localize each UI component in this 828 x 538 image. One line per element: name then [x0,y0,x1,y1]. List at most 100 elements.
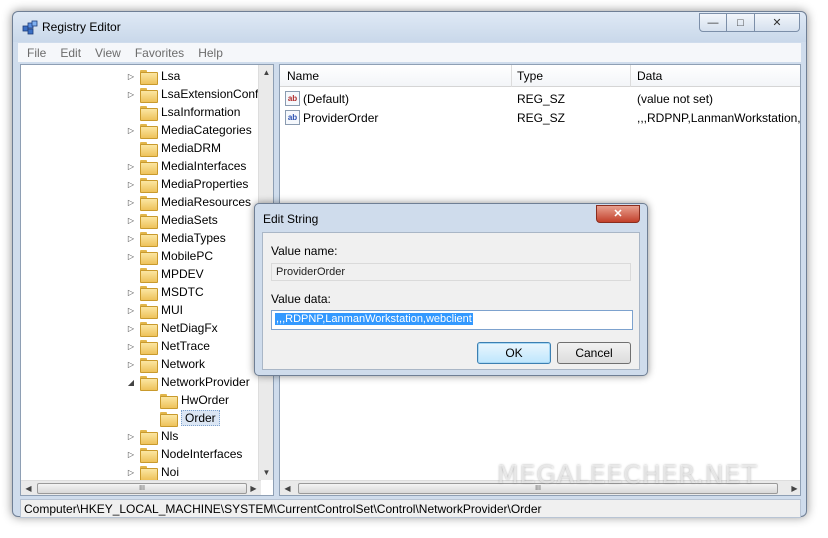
value-data-label: Value data: [271,292,331,306]
dialog-close-button[interactable]: ✕ [596,205,640,223]
tree-horizontal-scrollbar[interactable]: ◀ III ▶ [21,480,261,495]
folder-icon [140,159,158,175]
value-name: ProviderOrder [303,111,379,125]
tree-item-mediaproperties[interactable]: ▷ MediaProperties [126,175,248,193]
expand-arrow-icon[interactable]: ▷ [126,234,136,243]
expand-arrow-icon[interactable]: ▷ [126,72,136,81]
expand-arrow-icon[interactable]: ▷ [126,342,136,351]
expand-arrow-icon[interactable]: ▷ [126,468,136,477]
expand-arrow-icon[interactable]: ▷ [126,162,136,171]
column-header-data[interactable]: Data [637,69,662,83]
status-bar: Computer\HKEY_LOCAL_MACHINE\SYSTEM\Curre… [20,499,801,518]
string-value-icon: ab [285,110,300,125]
tree-item-mui[interactable]: ▷ MUI [126,301,183,319]
scroll-up-arrow-icon[interactable]: ▲ [259,65,273,80]
maximize-button[interactable]: □ [727,13,755,32]
folder-icon [140,357,158,373]
expand-arrow-icon[interactable]: ▷ [126,288,136,297]
tree-item-network[interactable]: ▷ Network [126,355,205,373]
expand-arrow-icon[interactable]: ▷ [126,306,136,315]
minimize-button[interactable]: — [699,13,727,32]
column-divider[interactable] [511,65,512,87]
menu-bar: File Edit View Favorites Help [18,43,801,62]
close-button[interactable]: ✕ [755,13,800,32]
value-name-label: Value name: [271,244,338,258]
column-header-type[interactable]: Type [517,69,543,83]
tree-item-nettrace[interactable]: ▷ NetTrace [126,337,210,355]
folder-icon [140,141,158,157]
tree-item-mediadrm[interactable]: MediaDRM [126,139,221,157]
ok-button[interactable]: OK [477,342,551,364]
expand-arrow-icon[interactable]: ▷ [126,180,136,189]
tree-item-mediaresources[interactable]: ▷ MediaResources [126,193,251,211]
tree-item-label: Order [181,410,220,426]
scroll-right-arrow-icon[interactable]: ▶ [787,481,800,495]
dialog-title: Edit String [263,212,319,226]
menu-help[interactable]: Help [198,46,223,60]
tree-item-noi[interactable]: ▷ Noi [126,463,179,480]
column-divider[interactable] [630,65,631,87]
folder-icon [140,267,158,283]
tree-item-lsaextensionconfi[interactable]: ▷ LsaExtensionConfi [126,85,261,103]
edit-string-dialog: Edit String ✕ Value name: ProviderOrder … [254,203,648,376]
value-data: (value not set) [637,92,714,106]
expand-arrow-icon[interactable]: ▷ [126,324,136,333]
cancel-button[interactable]: Cancel [557,342,631,364]
tree-item-lsa[interactable]: ▷ Lsa [126,67,180,85]
folder-icon [140,69,158,85]
tree-item-nls[interactable]: ▷ Nls [126,427,178,445]
menu-file[interactable]: File [27,46,46,60]
folder-icon [160,393,178,409]
tree-item-label: NodeInterfaces [161,447,243,461]
expand-arrow-icon[interactable]: ▷ [126,90,136,99]
tree-item-nodeinterfaces[interactable]: ▷ NodeInterfaces [126,445,242,463]
tree-item-mediainterfaces[interactable]: ▷ MediaInterfaces [126,157,246,175]
folder-icon [140,375,158,391]
title-bar[interactable]: Registry Editor — □ ✕ [13,12,806,42]
registry-path: Computer\HKEY_LOCAL_MACHINE\SYSTEM\Curre… [24,502,542,516]
value-data-input[interactable]: ,,,RDPNP,LanmanWorkstation,webclient [271,310,633,330]
expand-arrow-icon[interactable]: ▷ [126,432,136,441]
menu-view[interactable]: View [95,46,121,60]
value-data: ,,,RDPNP,LanmanWorkstation,v [637,111,801,125]
tree-item-mediatypes[interactable]: ▷ MediaTypes [126,229,226,247]
tree-item-label: Lsa [161,69,181,83]
scroll-left-arrow-icon[interactable]: ◀ [21,481,36,495]
column-header-name[interactable]: Name [287,69,319,83]
registry-editor-icon [22,20,38,35]
list-item[interactable]: ab (Default) REG_SZ (value not set) [280,90,800,108]
scroll-thumb[interactable]: III [37,483,247,494]
tree-item-label: MPDEV [161,267,204,281]
menu-favorites[interactable]: Favorites [135,46,184,60]
tree-item-netdiagfx[interactable]: ▷ NetDiagFx [126,319,218,337]
expand-arrow-icon[interactable]: ▷ [126,216,136,225]
expand-arrow-icon[interactable]: ▷ [126,198,136,207]
tree-item-mediasets[interactable]: ▷ MediaSets [126,211,218,229]
dialog-body: Value name: ProviderOrder Value data: ,,… [262,232,640,370]
tree-item-networkprovider[interactable]: ◢ NetworkProvider [126,373,250,391]
list-item[interactable]: ab ProviderOrder REG_SZ ,,,RDPNP,LanmanW… [280,109,801,127]
value-data-selected-text: ,,,RDPNP,LanmanWorkstation,webclient [275,313,473,325]
folder-icon [140,87,158,103]
tree-item-order[interactable]: Order [146,409,220,427]
expand-arrow-icon[interactable]: ▷ [126,252,136,261]
expand-arrow-icon[interactable]: ▷ [126,360,136,369]
expand-arrow-icon[interactable]: ◢ [126,378,136,387]
tree-item-lsainformation[interactable]: LsaInformation [126,103,240,121]
expand-arrow-icon[interactable]: ▷ [126,126,136,135]
tree-item-hworder[interactable]: HwOrder [146,391,229,409]
tree-item-mobilepc[interactable]: ▷ MobilePC [126,247,213,265]
folder-icon [140,321,158,337]
tree-item-msdtc[interactable]: ▷ MSDTC [126,283,204,301]
tree-item-mpdev[interactable]: MPDEV [126,265,204,283]
tree-item-mediacategories[interactable]: ▷ MediaCategories [126,121,252,139]
folder-icon [140,339,158,355]
expand-arrow-icon[interactable]: ▷ [126,450,136,459]
scroll-down-arrow-icon[interactable]: ▼ [259,465,273,480]
menu-edit[interactable]: Edit [60,46,81,60]
tree-item-label: LsaInformation [161,105,241,119]
scroll-left-arrow-icon[interactable]: ◀ [280,481,295,495]
folder-icon [140,195,158,211]
scroll-right-arrow-icon[interactable]: ▶ [246,481,261,495]
folder-icon [160,411,178,427]
